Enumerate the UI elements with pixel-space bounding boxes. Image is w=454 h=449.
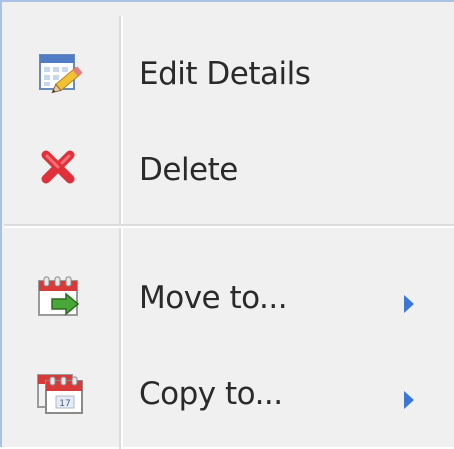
delete-x-icon (36, 147, 86, 193)
svg-text:17: 17 (59, 399, 70, 409)
menu-item-move-to[interactable]: Move to... (2, 250, 454, 346)
submenu-arrow-icon (402, 287, 416, 313)
menu-item-label: Edit Details (139, 56, 311, 92)
menu-item-copy-to[interactable]: 17 Copy to... (2, 346, 454, 442)
calendar-copy-icon: 17 (36, 371, 86, 417)
menu-item-edit-details[interactable]: Edit Details (2, 26, 454, 122)
menu-item-label: Copy to... (139, 376, 283, 412)
menu-item-label: Delete (139, 152, 238, 188)
calendar-move-icon (36, 275, 86, 321)
menu-item-label: Move to... (139, 280, 288, 316)
menu-item-delete[interactable]: Delete (2, 122, 454, 218)
edit-calendar-icon (36, 51, 86, 97)
submenu-arrow-icon (402, 383, 416, 409)
context-menu: Edit Details Delete Move to... 17 Copy t… (0, 0, 454, 449)
menu-separator (4, 224, 454, 228)
